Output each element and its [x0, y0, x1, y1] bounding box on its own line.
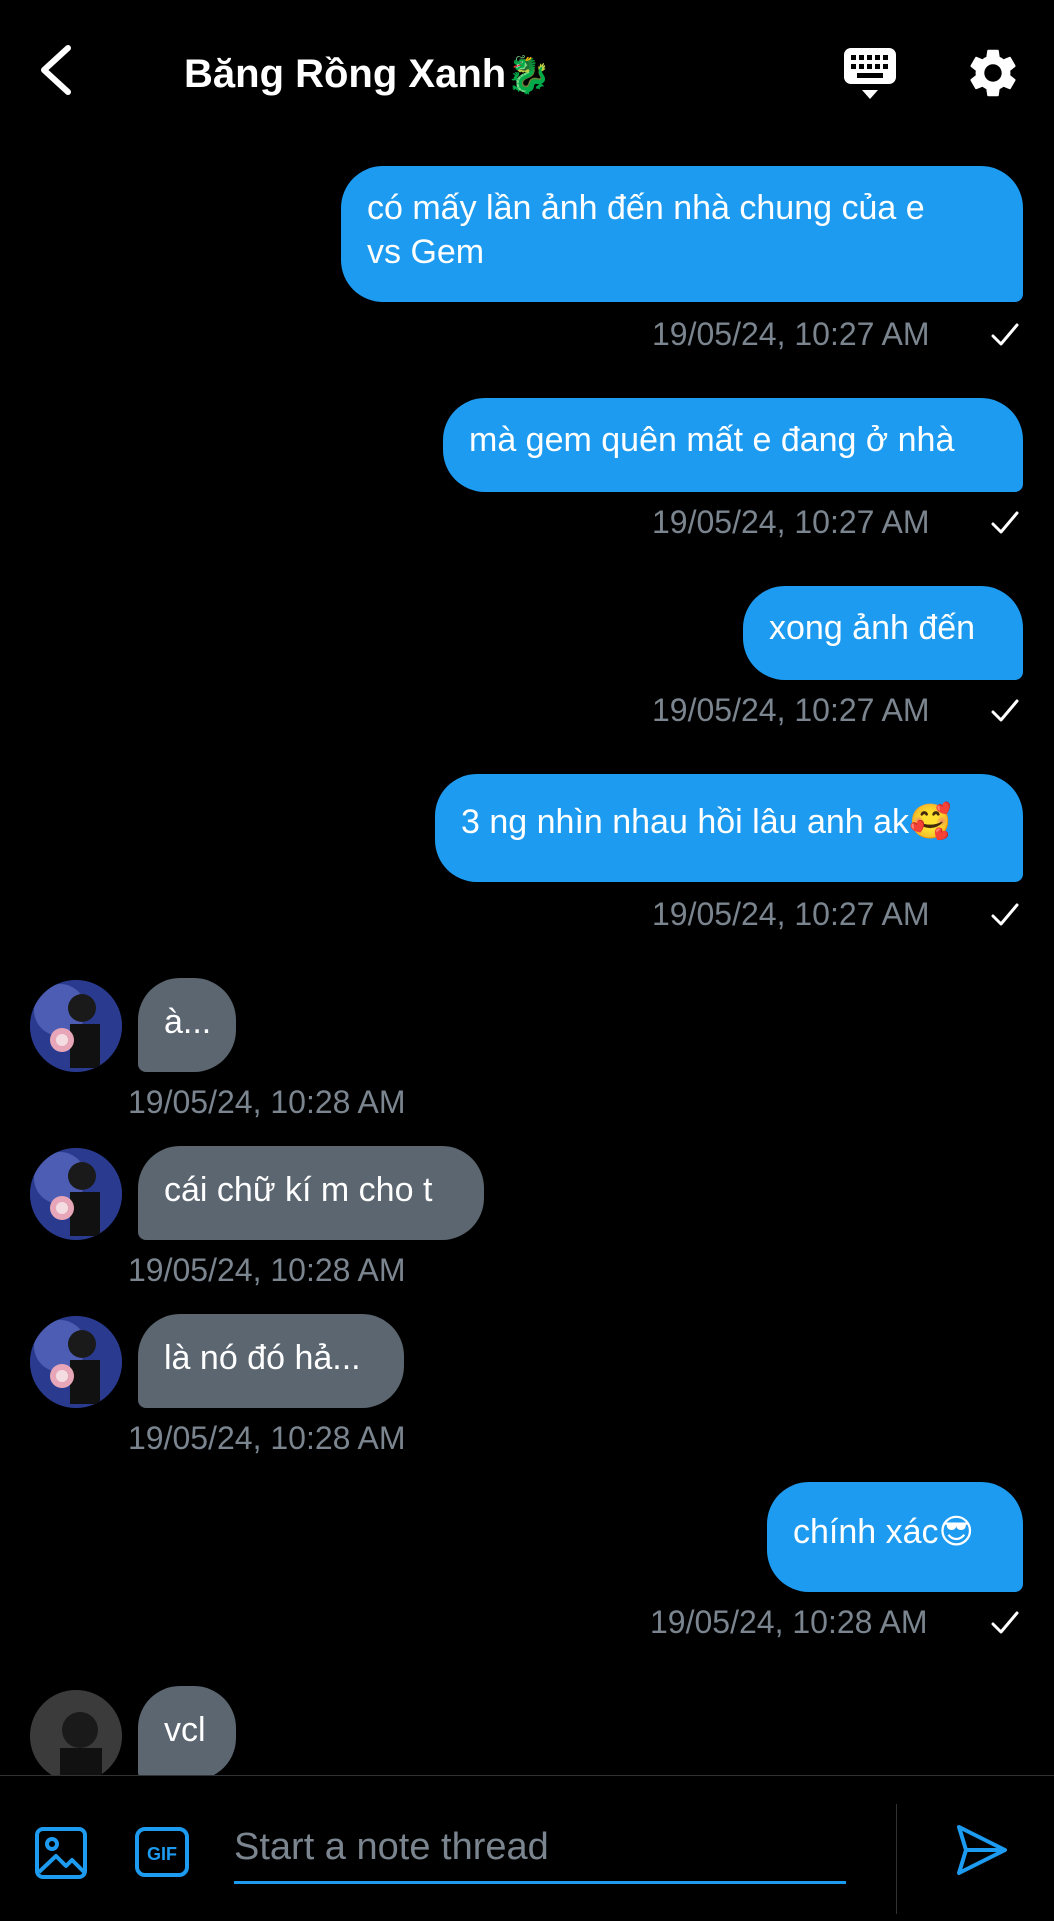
composer-divider: [896, 1804, 897, 1914]
message-timestamp: 19/05/24, 10:27 AM: [652, 316, 930, 352]
gif-label: GIF: [147, 1844, 177, 1864]
message-text: cái chữ kí m cho t: [164, 1171, 433, 1209]
message-timestamp: 19/05/24, 10:27 AM: [652, 692, 930, 728]
back-icon: [41, 45, 71, 95]
message-timestamp: 19/05/24, 10:28 AM: [128, 1252, 406, 1288]
image-icon: [35, 1827, 87, 1879]
header: Băng Rồng Xanh🐉: [0, 0, 1054, 150]
message-bubble-outgoing[interactable]: mà gem quên mất e đang ở nhà: [443, 398, 1023, 492]
message-text: có mấy lần ảnh đến nhà chung của e: [367, 189, 925, 227]
message-text: à...: [164, 1003, 212, 1041]
message-text: vs Gem: [367, 233, 485, 271]
gear-icon: [970, 49, 1016, 97]
settings-button[interactable]: [964, 44, 1022, 102]
sent-check-icon: [991, 1611, 1019, 1634]
add-gif-button[interactable]: GIF: [134, 1826, 190, 1878]
title-text: Băng Rồng Xanh: [184, 52, 507, 96]
message-timestamp: 19/05/24, 10:28 AM: [128, 1084, 406, 1120]
title-emoji: 🐉: [506, 54, 552, 95]
avatar[interactable]: [30, 980, 122, 1072]
back-button[interactable]: [30, 38, 86, 102]
message-bubble-outgoing[interactable]: có mấy lần ảnh đến nhà chung của e vs Ge…: [341, 166, 1023, 302]
message-bubble-outgoing[interactable]: xong ảnh đến: [743, 586, 1023, 680]
avatar-photo-icon: [30, 1148, 122, 1240]
gif-icon: GIF: [135, 1827, 189, 1877]
avatar[interactable]: [30, 1316, 122, 1408]
message-bubble-incoming[interactable]: à...: [138, 978, 236, 1072]
avatar-photo-icon: [30, 1316, 122, 1408]
sent-check-icon: [991, 699, 1019, 722]
message-timestamp: 19/05/24, 10:28 AM: [650, 1604, 928, 1640]
message-bubble-outgoing[interactable]: 3 ng nhìn nhau hồi lâu anh ak🥰: [435, 774, 1023, 882]
message-text: mà gem quên mất e đang ở nhà: [469, 421, 955, 459]
avatar-photo-icon: [30, 1690, 122, 1775]
message-text: xong ảnh đến: [769, 609, 976, 647]
avatar-photo-icon: [30, 980, 122, 1072]
keyboard-button[interactable]: [842, 44, 898, 102]
message-text: chính xác😎: [793, 1513, 974, 1551]
message-text: là nó đó hả...: [164, 1339, 361, 1377]
sent-check-icon: [991, 511, 1019, 534]
message-bubble-incoming[interactable]: vcl: [138, 1686, 236, 1775]
message-text: 3 ng nhìn nhau hồi lâu anh ak🥰: [461, 803, 952, 841]
message-bubble-incoming[interactable]: là nó đó hả...: [138, 1314, 404, 1408]
avatar[interactable]: [30, 1690, 122, 1775]
message-bubble-outgoing[interactable]: chính xác😎: [767, 1482, 1023, 1592]
keyboard-icon: [844, 48, 896, 99]
add-image-button[interactable]: [34, 1826, 88, 1880]
message-bubble-incoming[interactable]: cái chữ kí m cho t: [138, 1146, 484, 1240]
message-timestamp: 19/05/24, 10:27 AM: [652, 896, 930, 932]
send-button[interactable]: [954, 1822, 1010, 1878]
message-timestamp: 19/05/24, 10:27 AM: [652, 504, 930, 540]
sent-check-icon: [991, 323, 1019, 346]
send-icon: [957, 1825, 1007, 1875]
message-list[interactable]: có mấy lần ảnh đến nhà chung của e vs Ge…: [0, 150, 1054, 1775]
message-timestamp: 19/05/24, 10:28 AM: [128, 1420, 406, 1456]
conversation-title: Băng Rồng Xanh🐉: [184, 48, 551, 101]
avatar[interactable]: [30, 1148, 122, 1240]
message-input[interactable]: [234, 1814, 846, 1884]
message-text: vcl: [164, 1711, 206, 1749]
sent-check-icon: [991, 903, 1019, 926]
composer-bar: GIF: [0, 1775, 1054, 1921]
